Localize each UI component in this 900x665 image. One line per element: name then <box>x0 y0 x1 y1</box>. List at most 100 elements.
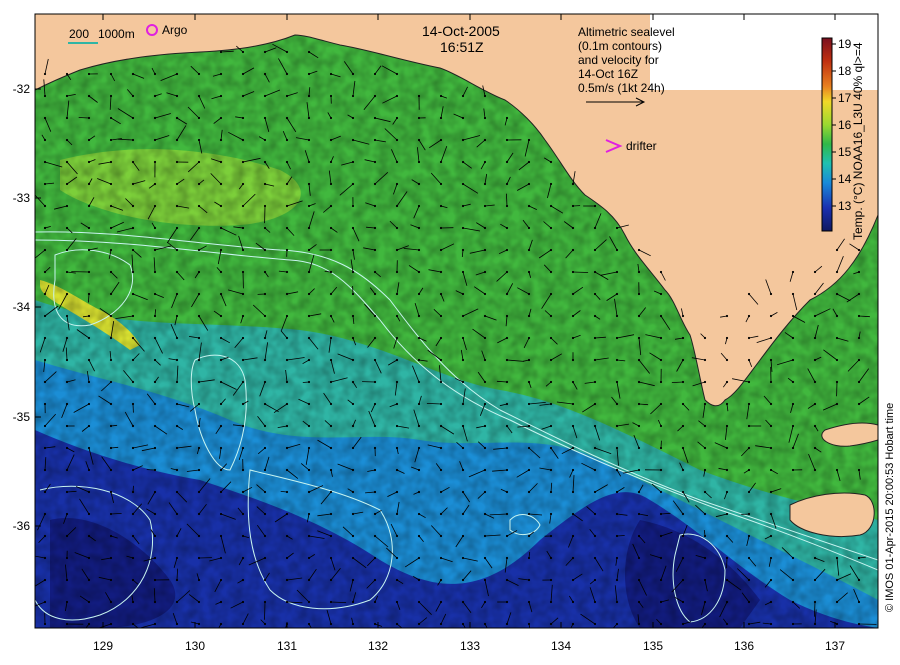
velocity-arrow-origin <box>286 315 288 317</box>
velocity-arrow-origin <box>132 623 134 625</box>
x-tick-label: 136 <box>734 639 754 653</box>
velocity-arrow-origin <box>264 469 266 471</box>
velocity-arrow-origin <box>682 359 684 361</box>
velocity-arrow-origin <box>198 557 200 559</box>
velocity-arrow-origin <box>462 535 464 537</box>
velocity-arrow-origin <box>88 425 90 427</box>
velocity-arrow-origin <box>572 535 574 537</box>
velocity-arrow-origin <box>308 271 310 273</box>
velocity-arrow-origin <box>858 469 860 471</box>
velocity-arrow-origin <box>374 117 376 119</box>
velocity-arrow-origin <box>352 205 354 207</box>
velocity-arrow-origin <box>264 579 266 581</box>
velocity-arrow-origin <box>418 183 420 185</box>
velocity-arrow-origin <box>264 513 266 515</box>
velocity-arrow-origin <box>726 491 728 493</box>
velocity-arrow-origin <box>44 557 46 559</box>
velocity-arrow-origin <box>44 381 46 383</box>
velocity-arrow-origin <box>330 293 332 295</box>
velocity-arrow-origin <box>704 557 706 559</box>
velocity-arrow-origin <box>572 271 574 273</box>
velocity-arrow-origin <box>396 381 398 383</box>
velocity-arrow-origin <box>352 183 354 185</box>
velocity-arrow-origin <box>264 139 266 141</box>
velocity-arrow-origin <box>506 425 508 427</box>
velocity-arrow-origin <box>572 293 574 295</box>
velocity-arrow-origin <box>176 95 178 97</box>
velocity-arrow-origin <box>858 601 860 603</box>
velocity-arrow-origin <box>220 557 222 559</box>
velocity-arrow-origin <box>308 205 310 207</box>
velocity-arrow-origin <box>220 425 222 427</box>
velocity-arrow-origin <box>176 227 178 229</box>
velocity-arrow-origin <box>220 249 222 251</box>
velocity-arrow-origin <box>418 139 420 141</box>
velocity-arrow-origin <box>132 249 134 251</box>
velocity-arrow-origin <box>484 337 486 339</box>
velocity-arrow-origin <box>462 95 464 97</box>
velocity-arrow-origin <box>682 557 684 559</box>
velocity-arrow-origin <box>330 403 332 405</box>
velocity-arrow-origin <box>792 381 794 383</box>
velocity-arrow-origin <box>616 425 618 427</box>
velocity-arrow-origin <box>814 469 816 471</box>
velocity-arrow-origin <box>484 469 486 471</box>
velocity-arrow-origin <box>264 425 266 427</box>
velocity-arrow-origin <box>396 139 398 141</box>
velocity-arrow-origin <box>704 623 706 625</box>
velocity-arrow-origin <box>154 205 156 207</box>
velocity-arrow-origin <box>374 491 376 493</box>
velocity-arrow-origin <box>638 623 640 625</box>
velocity-arrow-origin <box>242 557 244 559</box>
velocity-arrow-origin <box>242 381 244 383</box>
velocity-arrow-origin <box>176 183 178 185</box>
velocity-arrow-origin <box>506 183 508 185</box>
velocity-arrow-origin <box>220 293 222 295</box>
velocity-arrow-origin <box>154 491 156 493</box>
velocity-arrow-origin <box>176 425 178 427</box>
velocity-arrow-origin <box>660 381 662 383</box>
velocity-arrow-origin <box>220 623 222 625</box>
velocity-arrow-origin <box>286 95 288 97</box>
velocity-arrow-origin <box>440 315 442 317</box>
velocity-arrow-origin <box>44 117 46 119</box>
velocity-arrow-origin <box>748 293 750 295</box>
velocity-arrow-origin <box>550 271 552 273</box>
velocity-arrow-origin <box>198 359 200 361</box>
velocity-arrow-origin <box>264 183 266 185</box>
velocity-arrow-origin <box>506 579 508 581</box>
velocity-arrow-origin <box>110 227 112 229</box>
velocity-arrow-origin <box>374 73 376 75</box>
velocity-arrow-origin <box>726 337 728 339</box>
velocity-arrow-origin <box>748 403 750 405</box>
velocity-arrow-origin <box>110 469 112 471</box>
velocity-arrow-origin <box>264 403 266 405</box>
velocity-arrow-origin <box>154 359 156 361</box>
velocity-arrow-origin <box>88 271 90 273</box>
velocity-arrow-origin <box>330 579 332 581</box>
velocity-arrow-origin <box>814 447 816 449</box>
velocity-arrow-origin <box>88 557 90 559</box>
velocity-arrow-origin <box>528 183 530 185</box>
velocity-arrow-origin <box>396 73 398 75</box>
velocity-arrow-origin <box>176 337 178 339</box>
velocity-arrow-origin <box>264 293 266 295</box>
velocity-arrow-origin <box>154 183 156 185</box>
velocity-arrow-origin <box>440 271 442 273</box>
velocity-arrow-origin <box>286 447 288 449</box>
velocity-arrow-origin <box>594 425 596 427</box>
velocity-arrow-origin <box>132 95 134 97</box>
velocity-arrow-origin <box>616 469 618 471</box>
y-tick-label: -35 <box>13 410 31 424</box>
velocity-arrow-origin <box>550 381 552 383</box>
argo-label: Argo <box>162 23 188 37</box>
velocity-arrow-origin <box>616 513 618 515</box>
velocity-arrow-origin <box>198 535 200 537</box>
velocity-arrow-origin <box>374 139 376 141</box>
velocity-arrow-origin <box>682 513 684 515</box>
velocity-arrow-origin <box>484 95 486 97</box>
velocity-arrow-origin <box>110 513 112 515</box>
velocity-arrow-origin <box>836 293 838 295</box>
velocity-arrow-origin <box>44 315 46 317</box>
velocity-arrow-origin <box>66 183 68 185</box>
